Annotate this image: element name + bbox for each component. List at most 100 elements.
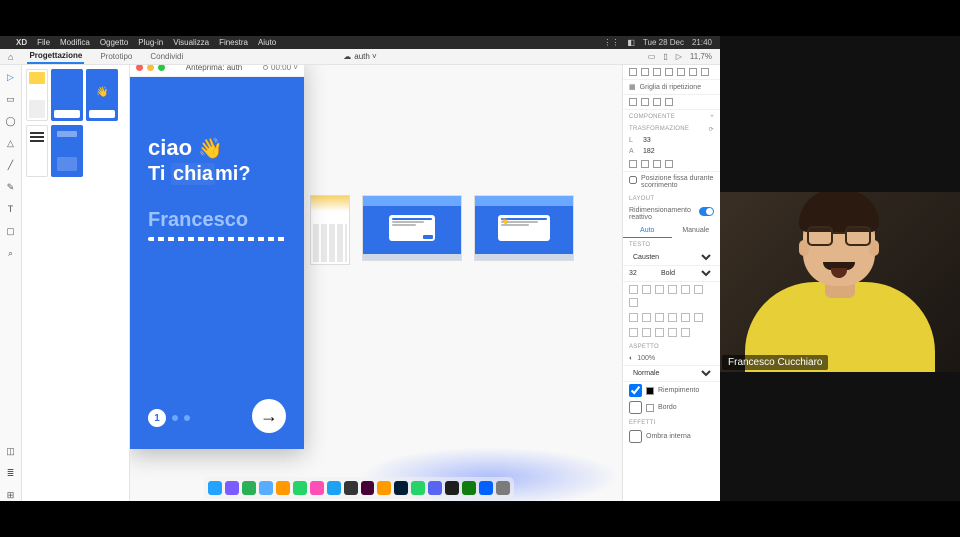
dock-app-icon[interactable] (225, 481, 239, 495)
boolean-ops-row[interactable] (629, 98, 714, 106)
dock-app-icon[interactable] (208, 481, 222, 495)
macos-menubar: XD File Modifica Oggetto Plug-in Visuali… (0, 36, 720, 49)
ellipse-tool-icon[interactable]: ◯ (5, 115, 17, 127)
dock-trash-icon[interactable] (496, 481, 510, 495)
dock-app-icon[interactable] (344, 481, 358, 495)
artboard-thumb[interactable] (51, 69, 83, 121)
design-canvas[interactable]: 👋 Anteprima: auth 00:00 ˅ (130, 65, 622, 501)
dock-app-icon[interactable] (242, 481, 256, 495)
menu-object[interactable]: Oggetto (100, 38, 128, 47)
menu-edit[interactable]: Modifica (60, 38, 90, 47)
artboard-thumb[interactable] (51, 125, 83, 177)
select-tool-icon[interactable]: ▷ (5, 71, 17, 83)
text-tool-icon[interactable]: T (5, 203, 17, 215)
dock-app-xd-icon[interactable] (361, 481, 375, 495)
window-zoom-icon[interactable] (158, 65, 165, 71)
repeat-grid-button[interactable]: ▦Griglia di ripetizione (623, 80, 720, 95)
fill-row[interactable]: Riempimento (623, 382, 720, 399)
dock-app-ps-icon[interactable] (394, 481, 408, 495)
artboard-thumb[interactable] (86, 69, 118, 121)
menu-view[interactable]: Visualizza (173, 38, 209, 47)
document-title[interactable]: ☁auth ˅ (343, 52, 376, 61)
home-icon[interactable]: ⌂ (8, 52, 13, 62)
preview-phone-artboard[interactable]: ciao👋 Ti chiami? Francesco 1 → (130, 77, 304, 449)
wifi-icon[interactable]: ⋮⋮ (603, 38, 619, 47)
border-row[interactable]: Bordo (623, 399, 720, 416)
dock-app-icon[interactable] (293, 481, 307, 495)
text-align-icons[interactable] (623, 282, 720, 310)
tab-share[interactable]: Condividi (148, 50, 185, 63)
speaker-avatar (745, 192, 935, 372)
device-mobile-icon[interactable]: ▯ (663, 52, 667, 61)
preview-title: Anteprima: auth (186, 65, 242, 72)
menu-window[interactable]: Finestra (219, 38, 248, 47)
dock-app-ai-icon[interactable] (377, 481, 391, 495)
video-call-panel: Francesco Cucchiaro (720, 36, 960, 501)
align-icons-row[interactable] (629, 68, 714, 76)
speaker-video[interactable]: Francesco Cucchiaro (720, 192, 960, 372)
play-icon[interactable]: ▷ (676, 52, 682, 61)
menu-file[interactable]: File (37, 38, 50, 47)
menubar-time[interactable]: 21:40 (692, 38, 712, 47)
zoom-level[interactable]: 11,7% (690, 52, 712, 61)
artboard-thumb[interactable] (26, 125, 48, 177)
artboard[interactable] (362, 195, 462, 261)
tab-prototype[interactable]: Prototipo (98, 50, 134, 63)
add-component-icon[interactable]: + (710, 114, 714, 120)
blend-mode-select[interactable]: Normale (629, 369, 714, 378)
inner-shadow-row[interactable]: Ombra interna (623, 428, 720, 445)
dock-app-icon[interactable] (259, 481, 273, 495)
width-field[interactable]: L33 (623, 135, 720, 146)
line-tool-icon[interactable]: ╱ (5, 159, 17, 171)
resize-manual-tab[interactable]: Manuale (672, 224, 721, 238)
artboard-tool-icon[interactable]: ▢ (5, 225, 17, 237)
artboard[interactable] (310, 195, 350, 265)
repeat-grid-icon: ▦ (629, 83, 636, 91)
preview-timecode[interactable]: 00:00 ˅ (263, 65, 298, 72)
opacity-value[interactable]: 100% (637, 355, 655, 362)
rotate-icon[interactable]: ⟳ (709, 126, 714, 133)
assets-panel-icon[interactable]: ◫ (5, 445, 17, 457)
text-transform-icons[interactable] (623, 325, 720, 340)
window-minimize-icon[interactable] (147, 65, 154, 71)
artboard[interactable]: 👋 (474, 195, 574, 261)
name-input[interactable]: Francesco (148, 209, 248, 232)
menu-help[interactable]: Aiuto (258, 38, 276, 47)
dock-app-icon[interactable] (479, 481, 493, 495)
font-size-input[interactable] (629, 269, 653, 278)
dock-app-icon[interactable] (327, 481, 341, 495)
dock-app-icon[interactable] (428, 481, 442, 495)
text-options-icons[interactable] (623, 310, 720, 325)
polygon-tool-icon[interactable]: △ (5, 137, 17, 149)
font-weight-select[interactable]: Bold (657, 269, 714, 278)
fix-position-checkbox[interactable]: Posizione fissa durante scorrimento (623, 172, 720, 192)
macos-dock (204, 477, 514, 499)
dock-app-icon[interactable] (411, 481, 425, 495)
dock-app-icon[interactable] (310, 481, 324, 495)
plugins-panel-icon[interactable]: ⊞ (5, 489, 17, 501)
font-family-select[interactable]: Causten (629, 253, 714, 262)
menubar-date[interactable]: Tue 28 Dec (643, 38, 684, 47)
device-desktop-icon[interactable]: ▭ (648, 52, 656, 61)
artboard-thumb[interactable] (26, 69, 48, 121)
responsive-toggle[interactable] (699, 207, 714, 216)
resize-auto-tab[interactable]: Auto (623, 224, 672, 238)
dock-app-icon[interactable] (462, 481, 476, 495)
dock-app-icon[interactable] (276, 481, 290, 495)
section-effects: EFFETTI (623, 416, 720, 428)
page-number-badge: 1 (148, 409, 166, 427)
dock-app-icon[interactable] (445, 481, 459, 495)
rectangle-tool-icon[interactable]: ▭ (5, 93, 17, 105)
next-button[interactable]: → (252, 399, 286, 433)
tab-design[interactable]: Progettazione (27, 49, 84, 64)
menubar-app-name[interactable]: XD (16, 38, 27, 47)
height-field[interactable]: A182 (623, 146, 720, 157)
control-center-icon[interactable]: ◧ (627, 38, 635, 47)
zoom-tool-icon[interactable]: ⌕ (5, 247, 17, 259)
preview-titlebar[interactable]: Anteprima: auth 00:00 ˅ (130, 65, 304, 77)
window-close-icon[interactable] (136, 65, 143, 71)
layers-panel-icon[interactable]: ≣ (5, 467, 17, 479)
menu-plugin[interactable]: Plug-in (138, 38, 163, 47)
pen-tool-icon[interactable]: ✎ (5, 181, 17, 193)
flip-icons-row[interactable] (629, 160, 714, 168)
